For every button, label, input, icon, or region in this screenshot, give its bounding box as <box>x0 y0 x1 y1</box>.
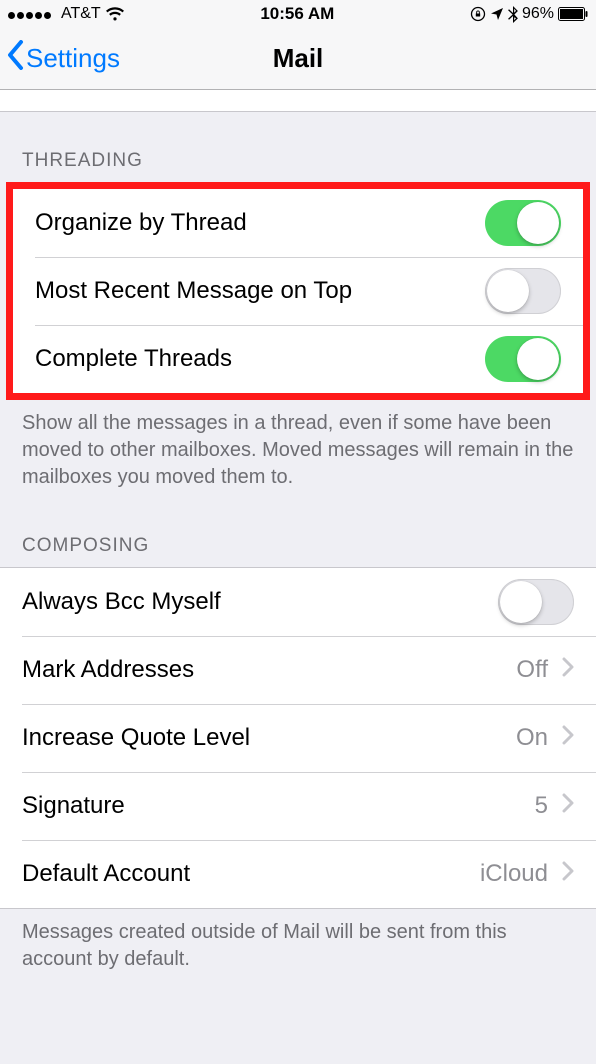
chevron-right-icon <box>562 792 574 820</box>
row-always-bcc: Always Bcc Myself <box>0 568 596 636</box>
location-icon <box>490 7 504 21</box>
row-complete-threads: Complete Threads <box>13 325 583 393</box>
default-account-label: Default Account <box>22 860 190 888</box>
organize-by-thread-toggle[interactable] <box>485 200 561 246</box>
chevron-right-icon <box>562 656 574 684</box>
most-recent-on-top-toggle[interactable] <box>485 268 561 314</box>
increase-quote-label: Increase Quote Level <box>22 724 250 752</box>
row-default-account[interactable]: Default Account iCloud <box>0 840 596 908</box>
battery-percent: 96% <box>522 5 554 23</box>
section-header-composing: COMPOSING <box>0 497 596 567</box>
chevron-right-icon <box>562 724 574 752</box>
always-bcc-label: Always Bcc Myself <box>22 588 221 616</box>
complete-threads-label: Complete Threads <box>35 345 232 373</box>
threading-group: Organize by Thread Most Recent Message o… <box>13 189 583 393</box>
highlight-annotation: Organize by Thread Most Recent Message o… <box>6 182 590 400</box>
wifi-icon <box>105 7 125 22</box>
row-increase-quote-level[interactable]: Increase Quote Level On <box>0 704 596 772</box>
bluetooth-icon <box>508 6 518 23</box>
back-button[interactable]: Settings <box>0 40 120 77</box>
battery-icon <box>558 7 588 21</box>
most-recent-on-top-label: Most Recent Message on Top <box>35 277 352 305</box>
signature-value: 5 <box>535 792 548 820</box>
organize-by-thread-label: Organize by Thread <box>35 209 247 237</box>
signal-dots-icon <box>8 4 53 24</box>
mark-addresses-value: Off <box>516 656 548 684</box>
complete-threads-toggle[interactable] <box>485 336 561 382</box>
nav-bar: Settings Mail <box>0 28 596 90</box>
row-organize-by-thread: Organize by Thread <box>13 189 583 257</box>
threading-footer: Show all the messages in a thread, even … <box>0 400 596 497</box>
composing-footer: Messages created outside of Mail will be… <box>0 909 596 979</box>
default-account-value: iCloud <box>480 860 548 888</box>
chevron-right-icon <box>562 860 574 888</box>
always-bcc-toggle[interactable] <box>498 579 574 625</box>
section-header-threading: THREADING <box>0 112 596 182</box>
row-mark-addresses[interactable]: Mark Addresses Off <box>0 636 596 704</box>
back-label: Settings <box>26 43 120 74</box>
orientation-lock-icon <box>470 6 486 22</box>
row-signature[interactable]: Signature 5 <box>0 772 596 840</box>
increase-quote-value: On <box>516 724 548 752</box>
signature-label: Signature <box>22 792 125 820</box>
previous-group-edge <box>0 90 596 112</box>
status-bar: AT&T 10:56 AM 96% <box>0 0 596 28</box>
mark-addresses-label: Mark Addresses <box>22 656 194 684</box>
carrier-label: AT&T <box>61 5 101 23</box>
row-most-recent-on-top: Most Recent Message on Top <box>13 257 583 325</box>
status-time: 10:56 AM <box>125 4 470 24</box>
status-left: AT&T <box>8 4 125 24</box>
status-right: 96% <box>470 5 588 23</box>
chevron-left-icon <box>6 40 24 77</box>
composing-group: Always Bcc Myself Mark Addresses Off Inc… <box>0 567 596 909</box>
